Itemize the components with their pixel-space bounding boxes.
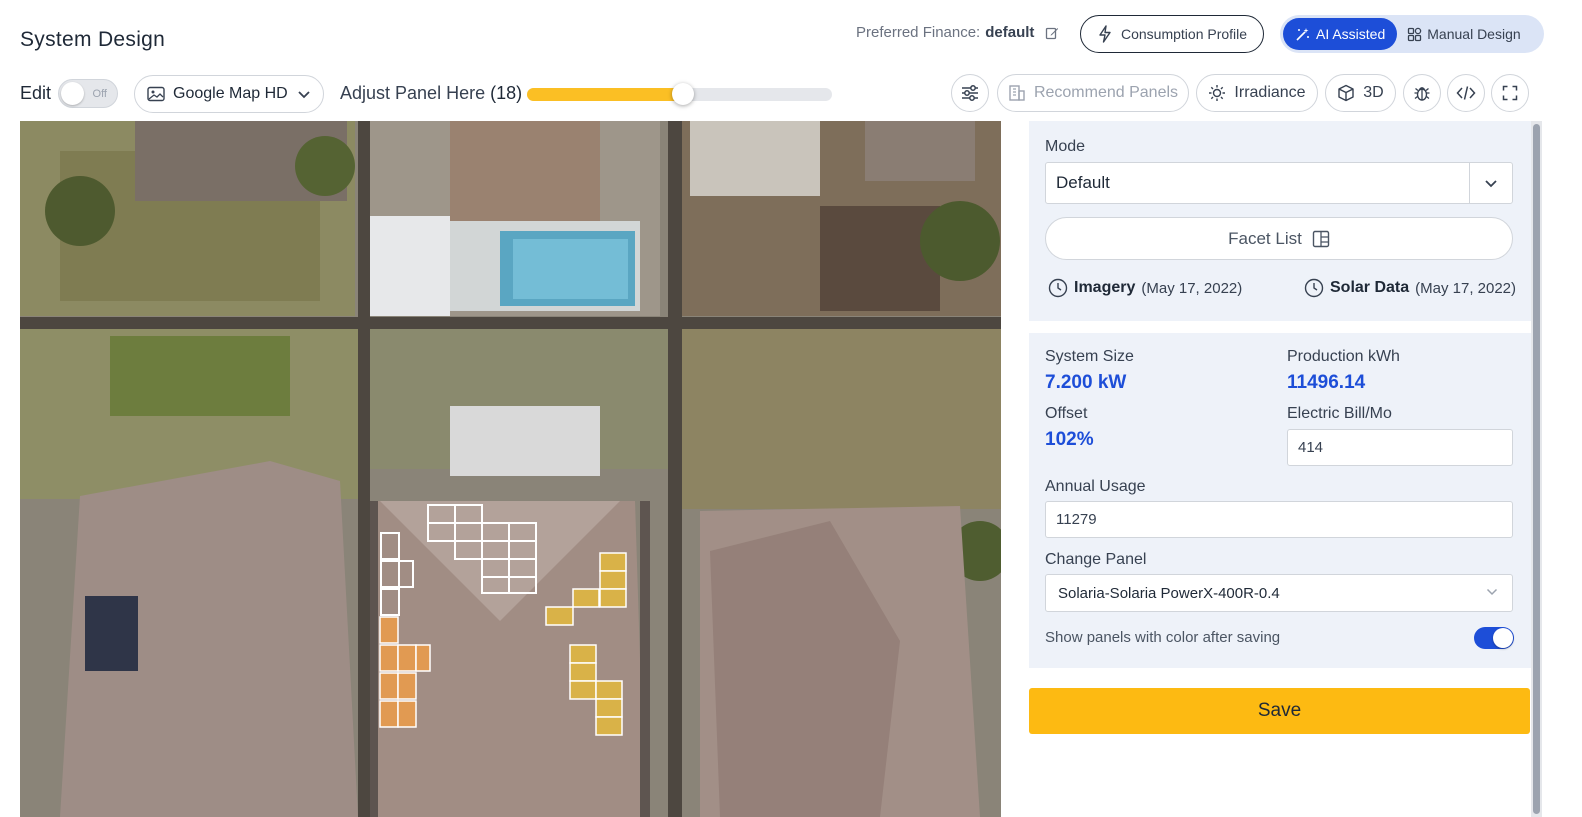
save-button[interactable]: Save [1029, 688, 1530, 734]
annual-usage-input[interactable]: 11279 [1045, 501, 1513, 538]
imagery-label: Imagery [1074, 279, 1136, 296]
chevron-down-icon [1486, 588, 1498, 596]
edit-label: Edit [20, 83, 52, 103]
grid-icon [1407, 27, 1422, 42]
preferred-finance: Preferred Finance: default [856, 24, 1059, 41]
panel-icon [1312, 230, 1330, 248]
manual-design-label: Manual Design [1427, 26, 1521, 42]
mode-select[interactable]: Default [1045, 162, 1513, 204]
change-panel-label: Change Panel [1045, 551, 1147, 568]
ai-assisted-button[interactable]: AI Assisted [1283, 18, 1398, 50]
electric-bill-label: Electric Bill/Mo [1287, 405, 1392, 422]
system-size-value: 7.200 kW [1045, 372, 1127, 393]
slider-thumb[interactable] [672, 83, 694, 105]
clock-icon [1048, 278, 1068, 298]
3d-view-button[interactable]: 3D [1325, 74, 1396, 112]
fullscreen-icon [1502, 85, 1518, 101]
3d-label: 3D [1363, 84, 1384, 101]
satellite-map[interactable] [20, 121, 1001, 817]
edit-toggle[interactable]: Off [58, 79, 118, 108]
annual-usage-value: 11279 [1056, 511, 1097, 528]
adjust-panel-text: Adjust Panel Here [340, 83, 486, 103]
building-icon [1008, 84, 1026, 102]
image-icon [147, 86, 165, 102]
save-label: Save [1257, 700, 1302, 721]
change-panel-select[interactable]: Solaria-Solaria PowerX-400R-0.4 [1045, 574, 1513, 612]
recommend-panels-button[interactable]: Recommend Panels [997, 74, 1189, 112]
panel-layout-overlay[interactable] [20, 121, 1001, 817]
debug-button[interactable] [1403, 74, 1441, 112]
annual-usage-label: Annual Usage [1045, 478, 1146, 495]
map-source-select[interactable]: Google Map HD [134, 75, 324, 113]
imagery-date-value: (May 17, 2022) [1141, 279, 1243, 297]
panel-count-slider[interactable] [527, 83, 832, 105]
solar-data-label: Solar Data [1330, 279, 1410, 296]
sliders-icon [960, 84, 980, 102]
edit-icon[interactable] [1045, 26, 1059, 40]
map-source-value: Google Map HD [173, 85, 288, 102]
mode-label: Mode [1045, 138, 1086, 155]
code-icon [1456, 85, 1476, 101]
change-panel-value: Solaria-Solaria PowerX-400R-0.4 [1058, 584, 1280, 602]
filter-settings-button[interactable] [951, 74, 989, 112]
consumption-profile-label: Consumption Profile [1121, 26, 1248, 42]
lightning-icon [1097, 25, 1113, 43]
slider-fill [527, 88, 683, 101]
facet-list-button[interactable]: Facet List [1045, 217, 1513, 260]
sun-icon [1208, 84, 1226, 102]
facet-list-label: Facet List [1228, 228, 1302, 248]
solar-data-date: Solar Data (May 17, 2022) [1304, 278, 1516, 298]
imagery-date: Imagery (May 17, 2022) [1048, 278, 1242, 298]
page-title: System Design [20, 28, 166, 51]
show-colors-toggle[interactable] [1474, 627, 1514, 649]
panel-scrollbar-thumb[interactable] [1533, 124, 1540, 814]
consumption-profile-button[interactable]: Consumption Profile [1080, 15, 1265, 53]
chevron-down-icon [1469, 163, 1512, 203]
offset-value: 102% [1045, 429, 1094, 450]
ai-assisted-label: AI Assisted [1316, 26, 1386, 42]
edit-toggle-text: Off [92, 88, 107, 100]
production-label: Production kWh [1287, 348, 1400, 365]
show-colors-toggle-knob [1493, 628, 1513, 648]
offset-label: Offset [1045, 405, 1088, 422]
manual-design-button[interactable]: Manual Design [1397, 18, 1530, 50]
cube-icon [1337, 84, 1355, 102]
design-mode-toggle: AI Assisted Manual Design [1280, 15, 1544, 53]
adjust-panel-count: (18) [490, 83, 523, 103]
adjust-panel-label: Adjust Panel Here (18) [340, 83, 522, 104]
irradiance-button[interactable]: Irradiance [1196, 74, 1318, 112]
fullscreen-button[interactable] [1491, 74, 1529, 112]
preferred-finance-label: Preferred Finance: [856, 24, 981, 41]
wand-icon [1295, 27, 1310, 42]
show-colors-label: Show panels with color after saving [1045, 629, 1281, 646]
electric-bill-value: 414 [1298, 439, 1324, 456]
production-value: 11496.14 [1287, 372, 1366, 393]
bug-icon [1413, 84, 1431, 102]
irradiance-label: Irradiance [1234, 84, 1306, 101]
mode-value: Default [1056, 173, 1110, 192]
recommend-panels-label: Recommend Panels [1033, 84, 1179, 101]
embed-code-button[interactable] [1447, 74, 1485, 112]
solar-data-date-value: (May 17, 2022) [1415, 279, 1517, 297]
electric-bill-input[interactable]: 414 [1287, 429, 1513, 466]
preferred-finance-value: default [985, 24, 1035, 41]
system-size-label: System Size [1045, 348, 1134, 365]
clock-icon [1304, 278, 1324, 298]
chevron-down-icon [297, 90, 311, 99]
edit-toggle-knob [61, 82, 84, 105]
